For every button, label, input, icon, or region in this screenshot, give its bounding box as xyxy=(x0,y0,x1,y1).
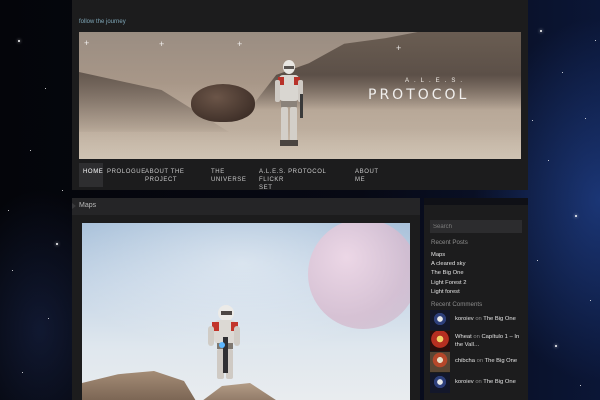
comment-post-link[interactable]: The Big One xyxy=(485,358,518,364)
comment-text: koroiev on The Big One xyxy=(455,378,523,386)
site-tagline: follow the journey xyxy=(79,19,126,25)
banner-title: PROTOCOL xyxy=(368,87,470,103)
star xyxy=(540,30,542,32)
sparkle-icon: + xyxy=(396,43,402,53)
page-wrapper: follow the journey + + + + A.L.E.S. PROT… xyxy=(72,0,528,400)
header-banner[interactable]: + + + + A.L.E.S. PROTOCOL xyxy=(79,32,521,159)
post-image[interactable] xyxy=(82,223,410,400)
comment-author[interactable]: chibcha xyxy=(455,358,475,364)
star xyxy=(45,88,46,89)
nav-item-prologue[interactable]: PROLOGUE xyxy=(103,163,145,187)
star xyxy=(555,345,557,347)
recent-post-link[interactable]: The Big One xyxy=(431,269,466,278)
soldier-figure-icon xyxy=(208,305,240,379)
comment-item: chibcha on The Big One xyxy=(430,352,524,372)
star xyxy=(62,190,63,191)
star xyxy=(595,40,596,41)
comment-author[interactable]: Wheat xyxy=(455,334,472,340)
comment-text: chibcha on The Big One xyxy=(455,357,523,365)
star xyxy=(18,40,20,42)
recent-post-link[interactable]: Maps xyxy=(431,251,466,260)
star xyxy=(48,318,49,319)
post-title[interactable]: Maps xyxy=(79,202,96,209)
nav-item-about-project[interactable]: ABOUT THE PROJECT xyxy=(141,163,207,187)
star xyxy=(56,243,58,245)
nav-item-universe[interactable]: THE UNIVERSE xyxy=(207,163,255,187)
sparkle-icon: + xyxy=(159,39,165,49)
comment-item: koroiev on The Big One xyxy=(430,373,524,393)
star xyxy=(548,160,549,161)
comment-item: Wheat on Capítulo 1 – In the Vall… xyxy=(430,331,524,351)
comment-post-link[interactable]: The Big One xyxy=(483,316,516,322)
banner-subtitle: A.L.E.S. xyxy=(405,78,468,84)
recent-post-link[interactable]: A cleared sky xyxy=(431,260,466,269)
comment-on: on xyxy=(476,358,484,364)
star xyxy=(22,372,23,373)
search-input[interactable] xyxy=(430,220,522,233)
comment-author[interactable]: koroiev xyxy=(455,379,474,385)
star xyxy=(585,118,586,119)
banner-boulder xyxy=(191,84,255,122)
sparkle-icon: + xyxy=(84,38,90,48)
main-navigation: HOME PROLOGUE ABOUT THE PROJECT THE UNIV… xyxy=(79,163,521,191)
nav-item-about-me[interactable]: ABOUT ME xyxy=(351,163,381,187)
sidebar: Recent Posts Recent Comments koroiev on … xyxy=(424,198,528,400)
avatar[interactable] xyxy=(430,373,450,393)
star xyxy=(580,385,581,386)
star xyxy=(12,270,13,271)
nav-item-home[interactable]: HOME xyxy=(79,163,103,187)
recent-posts-title: Recent Posts xyxy=(431,239,468,246)
site-header: follow the journey + + + + A.L.E.S. PROT… xyxy=(72,0,528,191)
star xyxy=(532,120,533,121)
comment-text: koroiev on The Big One xyxy=(455,315,523,323)
star xyxy=(537,260,538,261)
comment-author[interactable]: koroiev xyxy=(455,316,474,322)
star xyxy=(562,72,563,73)
header-arrow-icon xyxy=(72,203,76,209)
sidebar-top-bar xyxy=(424,198,528,205)
comment-on: on xyxy=(475,316,482,322)
recent-post-link[interactable]: Light Forest 2 xyxy=(431,279,466,288)
avatar[interactable] xyxy=(430,352,450,372)
nav-item-flickr-set[interactable]: A.L.E.S. PROTOCOL FLICKR SET xyxy=(255,163,351,191)
comment-on: on xyxy=(473,334,480,340)
post-header: Maps xyxy=(72,198,420,215)
soldier-figure-icon xyxy=(275,60,303,146)
avatar[interactable] xyxy=(430,310,450,330)
star xyxy=(590,300,591,301)
star xyxy=(575,215,577,217)
sparkle-icon: + xyxy=(237,39,243,49)
star xyxy=(8,210,9,211)
star xyxy=(30,150,31,151)
post-content: Maps xyxy=(72,198,420,400)
comment-item: koroiev on The Big One xyxy=(430,310,524,330)
comment-post-link[interactable]: The Big One xyxy=(483,379,516,385)
avatar[interactable] xyxy=(430,331,450,351)
comment-text: Wheat on Capítulo 1 – In the Vall… xyxy=(455,333,523,350)
recent-comments-title: Recent Comments xyxy=(431,301,483,308)
recent-post-link[interactable]: Light forest xyxy=(431,288,466,297)
recent-posts-list: Maps A cleared sky The Big One Light For… xyxy=(431,251,466,297)
comment-on: on xyxy=(475,379,482,385)
